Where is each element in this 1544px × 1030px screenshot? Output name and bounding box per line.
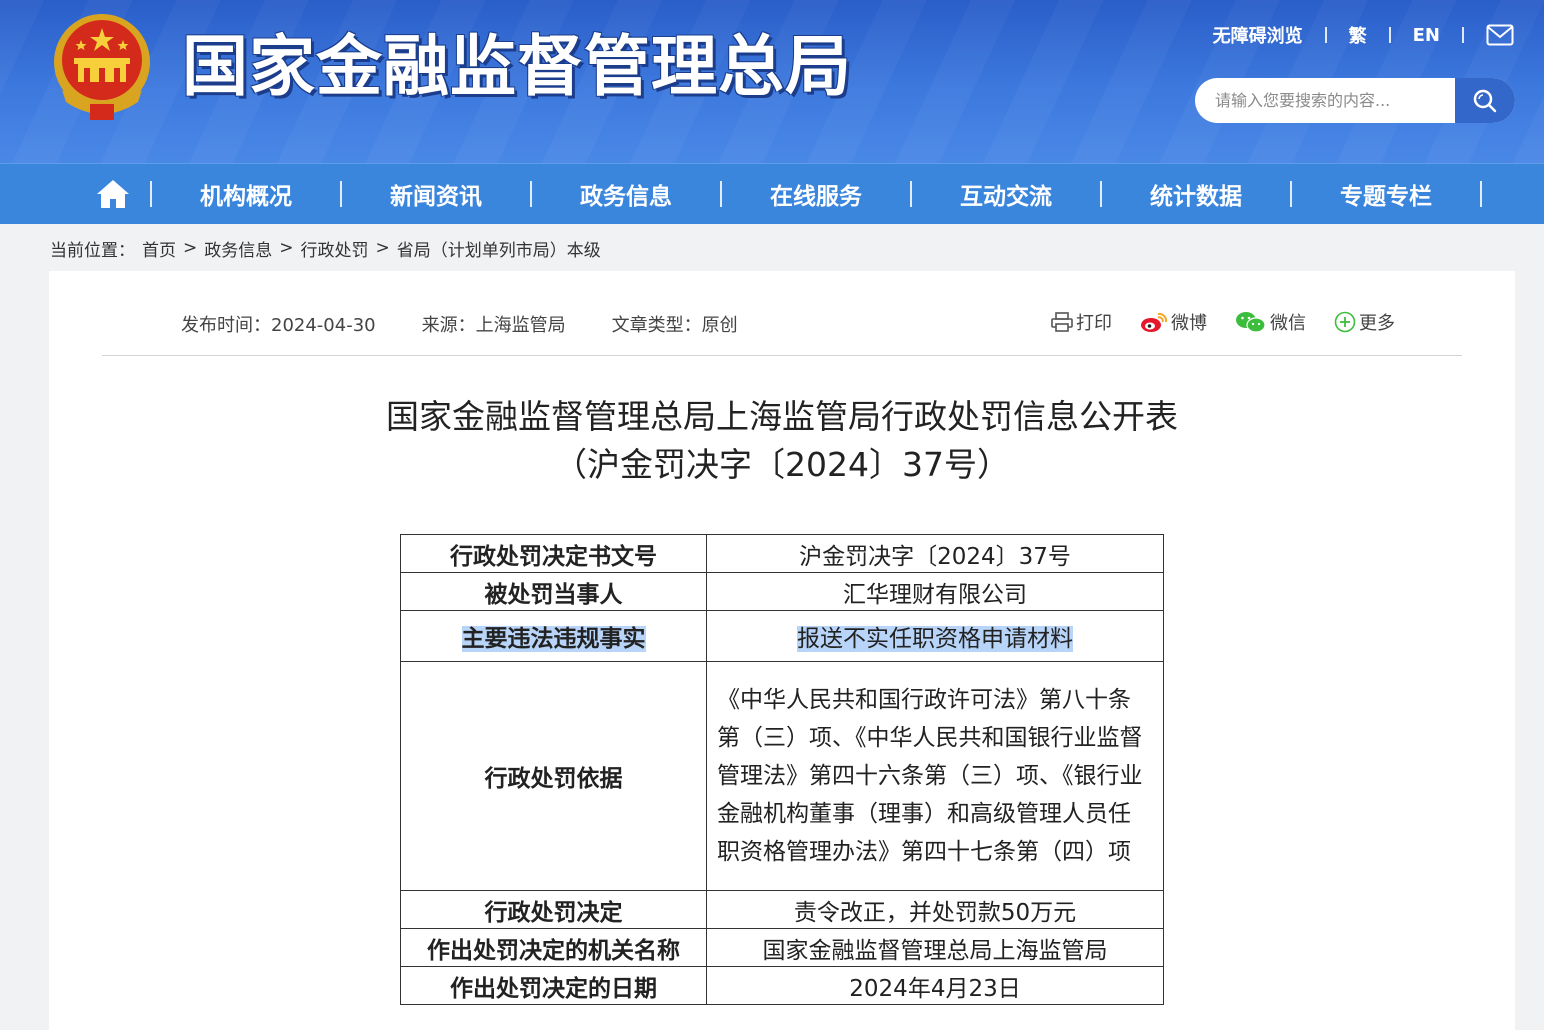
article-meta: 发布时间：2024-04-30 来源：上海监管局 文章类型：原创 xyxy=(181,311,784,337)
main-nav: 机构概况 新闻资讯 政务信息 在线服务 互动交流 统计数据 专题专栏 xyxy=(0,163,1544,224)
penalty-info-table: 行政处罚决定书文号 沪金罚决字〔2024〕37号 被处罚当事人 汇华理财有限公司… xyxy=(400,534,1164,1005)
breadcrumb: 当前位置： 首页 > 政务信息 > 行政处罚 > 省局（计划单列市局）本级 xyxy=(0,224,1544,272)
highlighted-text: 报送不实任职资格申请材料 xyxy=(797,626,1073,652)
table-row: 被处罚当事人 汇华理财有限公司 xyxy=(400,572,1164,611)
table-value: 国家金融监督管理总局上海监管局 xyxy=(706,928,1164,967)
site-title[interactable]: 国家金融监督管理总局 xyxy=(182,28,852,106)
breadcrumb-separator: > xyxy=(183,238,198,258)
table-value: 报送不实任职资格申请材料 xyxy=(706,610,1164,662)
table-row: 行政处罚决定 责令改正，并处罚款50万元 xyxy=(400,890,1164,929)
divider xyxy=(1388,27,1391,43)
table-row: 行政处罚依据 《中华人民共和国行政许可法》第八十条第（三）项、《中华人民共和国银… xyxy=(400,661,1164,891)
table-value: 责令改正，并处罚款50万元 xyxy=(706,890,1164,929)
search-input[interactable] xyxy=(1195,78,1455,123)
nav-item-statistics[interactable]: 统计数据 xyxy=(1102,177,1290,211)
article-subtitle: （沪金罚决字〔2024〕37号） xyxy=(554,445,1010,484)
wechat-icon xyxy=(1236,312,1266,333)
weibo-label: 微博 xyxy=(1171,313,1207,334)
table-value: 汇华理财有限公司 xyxy=(706,572,1164,611)
nav-item-news[interactable]: 新闻资讯 xyxy=(342,177,530,211)
table-key: 作出处罚决定的机关名称 xyxy=(400,928,707,967)
publish-time: 发布时间：2024-04-30 xyxy=(181,315,376,336)
print-button[interactable]: 打印 xyxy=(1051,309,1112,335)
search-box xyxy=(1195,78,1515,123)
national-emblem-icon xyxy=(54,14,150,120)
printer-icon xyxy=(1051,312,1073,332)
search-icon xyxy=(1473,89,1497,112)
wechat-label: 微信 xyxy=(1270,313,1306,334)
highlighted-text: 主要违法违规事实 xyxy=(461,626,646,652)
english-link[interactable]: EN xyxy=(1413,25,1440,46)
table-key: 行政处罚依据 xyxy=(400,661,707,891)
article-title: 国家金融监督管理总局上海监管局行政处罚信息公开表 xyxy=(386,397,1178,436)
print-label: 打印 xyxy=(1076,313,1112,334)
nav-item-about[interactable]: 机构概况 xyxy=(152,177,340,211)
breadcrumb-label: 当前位置： xyxy=(50,240,135,261)
breadcrumb-government-info[interactable]: 政务信息 xyxy=(204,236,272,261)
nav-item-special-topics[interactable]: 专题专栏 xyxy=(1292,177,1480,211)
more-share-button[interactable]: 更多 xyxy=(1334,309,1395,335)
share-bar: 打印 微博 微信 更多 xyxy=(1023,309,1395,335)
nav-item-interaction[interactable]: 互动交流 xyxy=(912,177,1100,211)
weibo-icon xyxy=(1141,312,1168,332)
site-header: 国家金融监督管理总局 无障碍浏览 繁 EN xyxy=(0,0,1544,163)
table-key: 作出处罚决定的日期 xyxy=(400,966,707,1005)
home-icon xyxy=(97,180,129,208)
divider xyxy=(1462,27,1464,43)
article-panel: 发布时间：2024-04-30 来源：上海监管局 文章类型：原创 打印 微博 微… xyxy=(49,271,1515,1030)
table-row: 作出处罚决定的日期 2024年4月23日 xyxy=(400,966,1164,1005)
meta-divider xyxy=(102,355,1462,356)
weibo-share-button[interactable]: 微博 xyxy=(1140,309,1207,335)
breadcrumb-current[interactable]: 省局（计划单列市局）本级 xyxy=(397,236,601,261)
table-row: 作出处罚决定的机关名称 国家金融监督管理总局上海监管局 xyxy=(400,928,1164,967)
article-type: 文章类型：原创 xyxy=(611,315,738,336)
table-value: 2024年4月23日 xyxy=(706,966,1164,1005)
table-row: 主要违法违规事实 报送不实任职资格申请材料 xyxy=(400,610,1164,662)
table-key: 行政处罚决定书文号 xyxy=(400,534,707,573)
traditional-chinese-link[interactable]: 繁 xyxy=(1349,22,1367,48)
plus-circle-icon xyxy=(1334,311,1356,333)
table-key: 被处罚当事人 xyxy=(400,572,707,611)
table-value: 沪金罚决字〔2024〕37号 xyxy=(706,534,1164,573)
nav-divider xyxy=(1480,181,1482,207)
mail-icon[interactable] xyxy=(1486,24,1514,46)
table-key: 主要违法违规事实 xyxy=(400,610,707,662)
accessibility-link[interactable]: 无障碍浏览 xyxy=(1213,22,1303,48)
breadcrumb-separator: > xyxy=(375,238,390,258)
more-label: 更多 xyxy=(1359,313,1395,334)
table-key: 行政处罚决定 xyxy=(400,890,707,929)
search-button[interactable] xyxy=(1455,78,1515,123)
divider xyxy=(1324,27,1327,43)
article-source: 来源：上海监管局 xyxy=(421,315,566,336)
top-links: 无障碍浏览 繁 EN xyxy=(1213,22,1514,48)
nav-item-online-service[interactable]: 在线服务 xyxy=(722,177,910,211)
breadcrumb-separator: > xyxy=(279,238,294,258)
nav-home[interactable] xyxy=(76,179,150,209)
breadcrumb-penalty[interactable]: 行政处罚 xyxy=(301,236,369,261)
breadcrumb-home[interactable]: 首页 xyxy=(142,236,176,261)
table-row: 行政处罚决定书文号 沪金罚决字〔2024〕37号 xyxy=(400,534,1164,573)
wechat-share-button[interactable]: 微信 xyxy=(1235,309,1306,335)
table-value: 《中华人民共和国行政许可法》第八十条第（三）项、《中华人民共和国银行业监督管理法… xyxy=(706,661,1164,891)
nav-item-government-info[interactable]: 政务信息 xyxy=(532,177,720,211)
